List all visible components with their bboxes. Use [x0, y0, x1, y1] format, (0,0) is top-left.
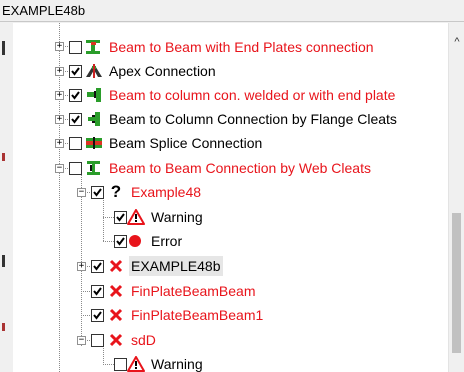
scroll-up-arrow-icon[interactable]: ^	[452, 37, 462, 48]
vertical-scrollbar[interactable]: ^	[448, 23, 464, 372]
tree-node-beam-splice[interactable]: Beam Splice Connection	[69, 132, 264, 154]
pane-marker	[2, 153, 5, 161]
node-checkbox[interactable]	[69, 112, 82, 126]
expand-toggle[interactable]: +	[55, 91, 64, 100]
node-checkbox[interactable]	[114, 234, 127, 248]
collapse-toggle[interactable]: −	[77, 336, 86, 345]
node-label: Beam to column con. welded or with end p…	[109, 87, 396, 103]
node-checkbox[interactable]	[69, 40, 82, 54]
tree-node-error[interactable]: Error	[114, 230, 184, 252]
node-label: FinPlateBeamBeam	[131, 283, 256, 299]
tree-node-finplate[interactable]: FinPlateBeamBeam	[91, 280, 258, 302]
node-label: Warning	[151, 356, 203, 372]
cross-icon	[107, 283, 125, 299]
tree-node-beam-column-welded[interactable]: Beam to column con. welded or with end p…	[69, 84, 397, 106]
beam-end-plate-icon	[85, 39, 103, 55]
node-checkbox[interactable]	[91, 259, 104, 273]
cross-icon	[107, 258, 125, 274]
beam-column-welded-icon	[85, 87, 103, 103]
node-checkbox[interactable]	[114, 210, 127, 224]
expand-toggle[interactable]: +	[55, 67, 64, 76]
warning-icon	[127, 209, 145, 225]
node-checkbox[interactable]	[69, 136, 82, 150]
flange-cleat-icon	[85, 111, 103, 127]
node-label: FinPlateBeamBeam1	[131, 307, 264, 323]
connection-tree[interactable]: + + + + + − − + − Beam to Beam with End …	[13, 23, 448, 372]
node-label: Beam to Column Connection by Flange Clea…	[109, 111, 397, 127]
node-checkbox[interactable]	[69, 88, 82, 102]
tree-node-warning[interactable]: Warning	[114, 206, 205, 228]
apex-connection-icon	[85, 63, 103, 79]
node-checkbox[interactable]	[114, 357, 127, 371]
scrollbar-thumb[interactable]	[452, 213, 461, 353]
tree-node-warning[interactable]: Warning	[114, 353, 205, 372]
node-label: Error	[151, 233, 183, 249]
expand-toggle[interactable]: +	[55, 139, 64, 148]
node-label: Example48	[131, 184, 202, 200]
node-label: Beam Splice Connection	[109, 135, 263, 151]
node-label: Warning	[151, 209, 203, 225]
node-label: sdD	[131, 332, 156, 348]
pane-marker	[2, 41, 5, 55]
warning-icon	[127, 356, 145, 372]
node-checkbox[interactable]	[91, 333, 104, 347]
cross-icon	[107, 332, 125, 348]
expand-toggle[interactable]: +	[55, 115, 64, 124]
tree-node-flange-cleats[interactable]: Beam to Column Connection by Flange Clea…	[69, 108, 399, 130]
tree-node-example48[interactable]: ? Example48	[91, 181, 203, 203]
node-checkbox[interactable]	[69, 64, 82, 78]
left-pane-edge	[0, 23, 13, 372]
node-label: EXAMPLE48b	[129, 256, 223, 276]
node-checkbox[interactable]	[91, 284, 104, 298]
tree-node-finplate1[interactable]: FinPlateBeamBeam1	[91, 304, 265, 326]
node-label: Beam to Beam with End Plates connection	[109, 39, 374, 55]
window-title: EXAMPLE48b	[0, 0, 464, 22]
collapse-toggle[interactable]: −	[77, 188, 86, 197]
pane-marker	[2, 323, 5, 331]
error-icon	[127, 233, 145, 249]
pane-marker	[2, 255, 5, 267]
beam-splice-icon	[85, 135, 103, 151]
cross-icon	[107, 307, 125, 323]
question-icon: ?	[110, 182, 122, 201]
expand-toggle[interactable]: +	[77, 262, 86, 271]
expand-toggle[interactable]: +	[55, 42, 64, 51]
web-cleat-icon	[85, 160, 103, 176]
tree-node-example48b[interactable]: EXAMPLE48b	[91, 255, 223, 277]
tree-node-beam-end-plates[interactable]: Beam to Beam with End Plates connection	[69, 36, 376, 58]
tree-node-sdd[interactable]: sdD	[91, 329, 158, 351]
tree-node-apex[interactable]: Apex Connection	[69, 60, 218, 82]
node-checkbox[interactable]	[91, 185, 104, 199]
node-checkbox[interactable]	[69, 161, 82, 175]
node-label: Beam to Beam Connection by Web Cleats	[109, 160, 371, 176]
tree-node-web-cleats[interactable]: Beam to Beam Connection by Web Cleats	[69, 157, 373, 179]
collapse-toggle[interactable]: −	[55, 164, 64, 173]
node-checkbox[interactable]	[91, 308, 104, 322]
node-label: Apex Connection	[109, 63, 216, 79]
